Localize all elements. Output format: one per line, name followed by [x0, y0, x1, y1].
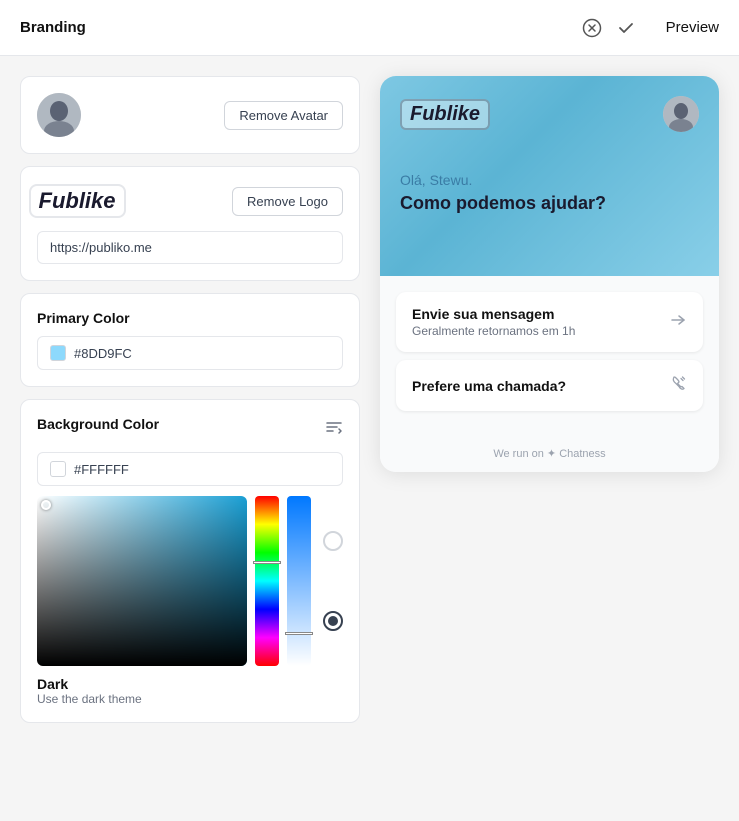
- preview-header: Fublike Olá, Stewu. Como podemos ajudar?: [380, 76, 719, 276]
- bg-color-header: Background Color: [37, 416, 343, 442]
- main-content: Remove Avatar Fublike Remove Logo Primar…: [0, 56, 739, 821]
- theme-dark-radio[interactable]: [323, 611, 343, 631]
- preview-option-call-title: Prefere uma chamada?: [412, 378, 566, 394]
- preview-option-call[interactable]: Prefere uma chamada?: [396, 360, 703, 411]
- preview-option-message-sub: Geralmente retornamos em 1h: [412, 324, 575, 338]
- bg-color-input[interactable]: [74, 462, 330, 477]
- theme-light-radio[interactable]: [323, 531, 343, 551]
- preview-footer: We run on ✦ Chatness: [380, 435, 719, 472]
- hue-bar[interactable]: [255, 496, 279, 666]
- cancel-icon[interactable]: [580, 16, 604, 40]
- preview-option-message[interactable]: Envie sua mensagem Geralmente retornamos…: [396, 292, 703, 352]
- logo-row: Fublike Remove Logo: [37, 183, 343, 219]
- hue-indicator: [253, 561, 281, 564]
- color-picker[interactable]: [37, 496, 343, 666]
- primary-color-swatch: [50, 345, 66, 361]
- app-header: Branding Preview: [0, 0, 739, 56]
- primary-color-label: Primary Color: [37, 310, 343, 326]
- left-panel: Remove Avatar Fublike Remove Logo Primar…: [20, 76, 360, 801]
- avatar-card: Remove Avatar: [20, 76, 360, 154]
- confirm-icon[interactable]: [614, 16, 638, 40]
- right-panel: Fublike Olá, Stewu. Como podemos ajudar?: [380, 76, 719, 801]
- theme-dark-option: Dark Use the dark theme: [37, 676, 343, 706]
- theme-dark-info: Dark Use the dark theme: [37, 676, 142, 706]
- preview-question: Como podemos ajudar?: [400, 192, 699, 215]
- logo-card: Fublike Remove Logo: [20, 166, 360, 281]
- bg-color-label: Background Color: [37, 416, 159, 432]
- preview-avatar: [663, 96, 699, 132]
- opacity-bar[interactable]: [287, 496, 311, 666]
- bg-color-input-row[interactable]: [37, 452, 343, 486]
- preview-label: Preview: [666, 19, 719, 36]
- background-color-card: Background Color: [20, 399, 360, 723]
- remove-avatar-button[interactable]: Remove Avatar: [224, 101, 343, 130]
- gradient-picker[interactable]: [37, 496, 247, 666]
- logo-preview: Fublike: [37, 183, 117, 219]
- primary-color-card: Primary Color: [20, 293, 360, 387]
- preview-body: Envie sua mensagem Geralmente retornamos…: [380, 276, 719, 435]
- preview-top-bar: Fublike: [400, 96, 699, 132]
- page-title: Branding: [20, 19, 568, 36]
- preview-option-message-title: Envie sua mensagem: [412, 306, 575, 322]
- remove-logo-button[interactable]: Remove Logo: [232, 187, 343, 216]
- preview-card: Fublike Olá, Stewu. Como podemos ajudar?: [380, 76, 719, 472]
- sort-icon[interactable]: [325, 418, 343, 441]
- avatar: [37, 93, 81, 137]
- preview-option-message-text: Envie sua mensagem Geralmente retornamos…: [412, 306, 575, 338]
- send-icon: [669, 311, 687, 334]
- url-input[interactable]: [37, 231, 343, 264]
- header-actions: [580, 16, 638, 40]
- primary-color-input-row[interactable]: [37, 336, 343, 370]
- theme-options: Dark Use the dark theme: [37, 676, 343, 706]
- theme-dark-desc: Use the dark theme: [37, 692, 142, 706]
- picker-cursor: [41, 500, 51, 510]
- gradient-bg: [37, 496, 247, 666]
- logo-text: Fublike: [29, 184, 126, 218]
- preview-greeting: Olá, Stewu.: [400, 172, 699, 188]
- theme-dark-label: Dark: [37, 676, 142, 692]
- preview-logo: Fublike: [400, 99, 490, 130]
- phone-icon: [669, 374, 687, 397]
- bg-color-swatch: [50, 461, 66, 477]
- opacity-indicator: [285, 632, 313, 635]
- primary-color-input[interactable]: [74, 346, 330, 361]
